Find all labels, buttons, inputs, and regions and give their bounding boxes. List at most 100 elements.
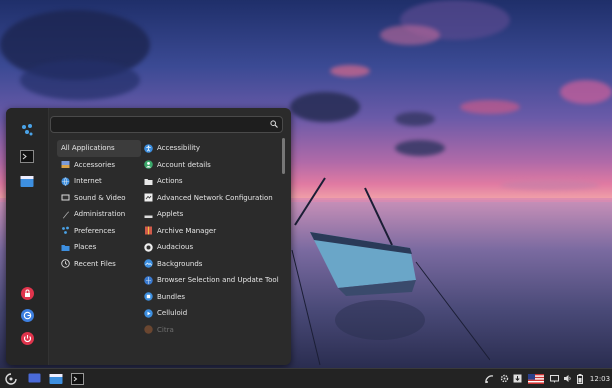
app-label: Applets <box>157 210 184 219</box>
archive-icon <box>144 226 153 235</box>
app-list-item[interactable]: Bundles <box>142 289 280 306</box>
show-desktop-button[interactable] <box>26 371 42 386</box>
app-list-item[interactable]: Actions <box>142 173 280 190</box>
display-icon <box>549 374 559 382</box>
app-list-item[interactable]: Applets <box>142 206 280 223</box>
app-list-item[interactable]: Advanced Network Configuration <box>142 190 280 207</box>
folder-icon <box>61 243 70 252</box>
app-list-item[interactable]: Browser Selection and Update Tool <box>142 272 280 289</box>
category-item[interactable]: Internet <box>57 173 141 190</box>
app-list-item[interactable]: Celluloid <box>142 305 280 322</box>
audacious-icon <box>144 243 153 252</box>
boat-illustration <box>291 177 490 366</box>
category-label: Sound & Video <box>74 193 126 202</box>
category-item[interactable]: Administration <box>57 206 141 223</box>
search-input[interactable] <box>57 119 257 130</box>
category-label: Accessories <box>74 160 116 169</box>
administration-icon <box>61 210 70 219</box>
celluloid-icon <box>144 309 153 318</box>
menu-button[interactable] <box>4 371 18 386</box>
category-item[interactable]: Sound & Video <box>57 190 141 207</box>
favorite-files[interactable] <box>17 171 37 191</box>
app-label: Audacious <box>157 243 194 252</box>
category-item[interactable]: Places <box>57 239 141 256</box>
tray-settings[interactable] <box>499 371 509 386</box>
app-list-item[interactable]: Archive Manager <box>142 223 280 240</box>
menu-logo-icon <box>5 372 17 385</box>
app-list-item[interactable]: Accessibility <box>142 140 280 157</box>
app-list-scrollbar[interactable] <box>282 136 285 361</box>
logout-icon <box>20 308 34 322</box>
dots-grid-icon <box>22 124 33 136</box>
app-list-item[interactable]: Audacious <box>142 239 280 256</box>
keyboard-layout-indicator[interactable] <box>527 371 545 386</box>
category-label: Administration <box>74 210 126 219</box>
favorite-terminal[interactable] <box>17 146 37 166</box>
category-label: All Applications <box>61 144 115 153</box>
app-label: Accessibility <box>157 144 201 153</box>
category-label: Places <box>74 243 97 252</box>
application-menu: All Applications Accessories Internet Sound… <box>6 108 291 365</box>
logout-button[interactable] <box>17 305 37 325</box>
app-list-item[interactable]: Citra <box>142 322 280 339</box>
tray-updates[interactable] <box>512 371 522 386</box>
shutdown-button[interactable] <box>17 328 37 348</box>
app-list-item[interactable]: Account details <box>142 157 280 174</box>
account-icon <box>144 160 153 170</box>
category-item[interactable]: All Applications <box>57 140 141 157</box>
globe-icon <box>61 177 70 186</box>
accessibility-icon <box>144 143 153 153</box>
app-label: Backgrounds <box>157 259 203 268</box>
file-manager-icon <box>20 175 34 187</box>
applets-icon <box>144 210 153 219</box>
category-item[interactable]: Preferences <box>57 223 141 240</box>
category-label: Recent Files <box>74 259 116 268</box>
app-label: Celluloid <box>157 309 188 318</box>
file-manager-icon <box>49 373 63 384</box>
app-label: Actions <box>157 177 183 186</box>
taskbar-panel: 12:03 <box>0 368 612 388</box>
battery-indicator[interactable] <box>575 371 585 386</box>
recent-files-icon <box>61 259 70 268</box>
desktop-icon <box>28 373 40 383</box>
bundles-icon <box>144 292 153 301</box>
favorite-menu-icon[interactable] <box>17 120 37 140</box>
battery-icon <box>577 373 583 384</box>
taskbar-terminal-launcher[interactable] <box>69 371 85 386</box>
network-config-icon <box>144 193 153 202</box>
favorites-sidebar <box>6 108 49 365</box>
gear-icon <box>500 374 508 383</box>
app-label: Citra <box>157 325 174 334</box>
accessories-icon <box>61 160 70 169</box>
search-icon <box>270 120 278 128</box>
tray-notifications[interactable] <box>483 371 495 386</box>
terminal-icon <box>20 149 34 163</box>
preferences-icon <box>61 226 70 235</box>
search-box[interactable] <box>50 116 283 133</box>
browser-selection-icon <box>144 276 153 285</box>
clock[interactable]: 12:03 <box>589 371 611 386</box>
category-label: Preferences <box>74 226 116 235</box>
scrollbar-thumb[interactable] <box>282 138 285 174</box>
power-icon <box>20 331 34 345</box>
update-manager-icon <box>513 374 521 383</box>
application-list: Accessibility Account details Actions Advan… <box>142 140 280 338</box>
volume-icon <box>563 375 571 382</box>
app-label: Bundles <box>157 292 186 301</box>
app-list-item[interactable]: Backgrounds <box>142 256 280 273</box>
app-label: Advanced Network Configuration <box>157 193 273 202</box>
category-item[interactable]: Accessories <box>57 157 141 174</box>
category-item[interactable]: Recent Files <box>57 256 141 273</box>
category-label: Internet <box>74 177 102 186</box>
terminal-icon <box>70 372 84 385</box>
sound-video-icon <box>61 193 70 202</box>
lock-icon <box>20 286 34 300</box>
lock-screen-button[interactable] <box>17 283 37 303</box>
tray-display[interactable] <box>549 371 559 386</box>
volume-indicator[interactable] <box>562 371 572 386</box>
taskbar-files-launcher[interactable] <box>48 371 64 386</box>
app-label: Account details <box>157 160 211 169</box>
actions-folder-icon <box>144 177 153 186</box>
citra-icon <box>144 325 153 334</box>
us-flag-icon <box>528 373 544 384</box>
